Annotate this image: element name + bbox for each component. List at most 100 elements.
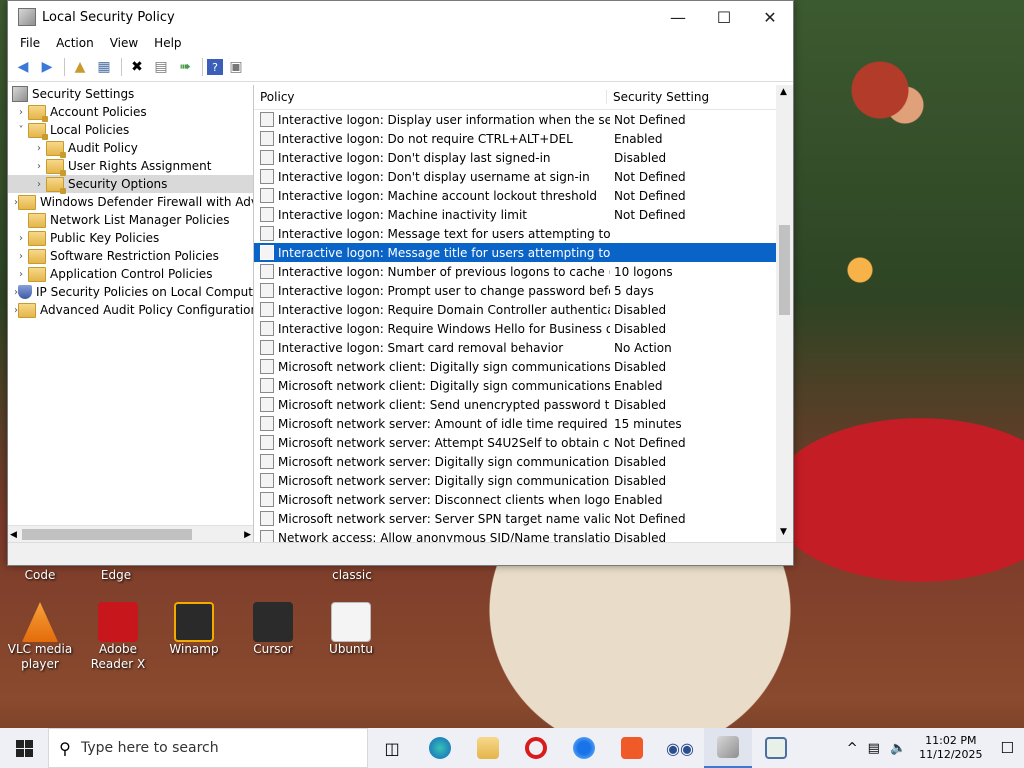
table-row[interactable]: Interactive logon: Require Windows Hello… [254, 319, 793, 338]
task-view-button[interactable]: ◫ [368, 728, 416, 768]
scroll-thumb[interactable] [22, 529, 192, 540]
desktop-icon-adobe-reader[interactable]: Adobe Reader X [82, 602, 154, 672]
folder-icon [477, 737, 499, 759]
list-vertical-scrollbar[interactable]: ▲ ▼ [776, 85, 793, 543]
show-hidden-icons-icon[interactable]: ^ [842, 741, 863, 756]
scroll-left-icon[interactable]: ◀ [8, 530, 17, 540]
desktop-icon-vlc[interactable]: VLC media player [4, 602, 76, 672]
tree-item[interactable]: › Advanced Audit Policy Configuration [8, 301, 253, 319]
delete-icon[interactable]: ✖ [126, 56, 148, 78]
system-tray: ^ ▤ 🔈 11:02 PM 11/12/2025 ☐ [842, 728, 1024, 768]
tree-root-security-settings[interactable]: Security Settings [8, 85, 253, 103]
table-row[interactable]: Interactive logon: Number of previous lo… [254, 262, 793, 281]
chevron-down-icon[interactable]: ˅ [14, 125, 28, 136]
tree-item[interactable]: › IP Security Policies on Local Compute [8, 283, 253, 301]
maximize-button[interactable]: ☐ [701, 1, 747, 33]
table-row[interactable]: Microsoft network server: Digitally sign… [254, 452, 793, 471]
tree-item[interactable]: › Account Policies [8, 103, 253, 122]
chevron-right-icon[interactable]: › [14, 107, 28, 118]
scroll-thumb[interactable] [779, 225, 790, 315]
scroll-right-icon[interactable]: ▶ [244, 530, 251, 540]
table-row[interactable]: Microsoft network server: Disconnect cli… [254, 490, 793, 509]
table-row[interactable]: Microsoft network server: Digitally sign… [254, 471, 793, 490]
chevron-right-icon[interactable]: › [14, 269, 28, 280]
toolbar-separator [121, 58, 122, 76]
up-folder-icon[interactable]: ▲ [69, 56, 91, 78]
title-bar[interactable]: Local Security Policy — ☐ ✕ [8, 1, 793, 33]
tree-item[interactable]: Network List Manager Policies [8, 211, 253, 229]
column-header-policy[interactable]: Policy [254, 90, 607, 104]
table-row[interactable]: Interactive logon: Message text for user… [254, 224, 793, 243]
taskbar-firefox[interactable] [560, 728, 608, 768]
scroll-up-icon[interactable]: ▲ [780, 87, 787, 97]
policy-icon [260, 511, 274, 526]
menu-file[interactable]: File [12, 36, 48, 50]
desktop-icon-ubuntu[interactable]: Ubuntu [315, 602, 387, 657]
scroll-down-icon[interactable]: ▼ [780, 527, 787, 537]
start-button[interactable] [0, 728, 48, 768]
policy-name: Microsoft network client: Digitally sign… [278, 378, 610, 393]
table-row[interactable]: Interactive logon: Don't display usernam… [254, 167, 793, 186]
properties-icon[interactable]: ▤ [150, 56, 172, 78]
table-row[interactable]: Interactive logon: Don't display last si… [254, 148, 793, 167]
chevron-right-icon[interactable]: › [14, 251, 28, 262]
export-icon[interactable]: ➠ [174, 56, 196, 78]
menu-bar: File Action View Help [8, 33, 793, 53]
taskbar-local-security-policy[interactable] [704, 728, 752, 768]
table-row[interactable]: Interactive logon: Require Domain Contro… [254, 300, 793, 319]
snapin-icon[interactable]: ▣ [225, 56, 247, 78]
tree-item[interactable]: › Software Restriction Policies [8, 247, 253, 265]
table-row[interactable]: Microsoft network client: Digitally sign… [254, 357, 793, 376]
tree-item[interactable]: › Public Key Policies [8, 229, 253, 247]
column-header-security-setting[interactable]: Security Setting [607, 90, 709, 104]
close-button[interactable]: ✕ [747, 1, 793, 33]
table-row[interactable]: Microsoft network server: Server SPN tar… [254, 509, 793, 528]
table-row[interactable]: Interactive logon: Message title for use… [254, 243, 793, 262]
chevron-right-icon[interactable]: › [32, 143, 46, 154]
network-icon[interactable]: ▤ [863, 741, 885, 756]
forward-icon[interactable]: ▶ [36, 56, 58, 78]
tree-item[interactable]: › Application Control Policies [8, 265, 253, 283]
taskbar-app-eyes[interactable]: ◉◉ [656, 728, 704, 768]
chevron-right-icon[interactable]: › [14, 233, 28, 244]
chevron-right-icon[interactable]: › [32, 161, 46, 172]
table-row[interactable]: Interactive logon: Smart card removal be… [254, 338, 793, 357]
show-tree-icon[interactable]: ▦ [93, 56, 115, 78]
table-row[interactable]: Interactive logon: Prompt user to change… [254, 281, 793, 300]
taskbar-edge[interactable] [416, 728, 464, 768]
taskbar-opera[interactable] [512, 728, 560, 768]
toolbar: ◀ ▶ ▲ ▦ ✖ ▤ ➠ ? ▣ [8, 53, 793, 82]
table-row[interactable]: Microsoft network client: Digitally sign… [254, 376, 793, 395]
table-row[interactable]: Interactive logon: Do not require CTRL+A… [254, 129, 793, 148]
notifications-icon[interactable]: ☐ [991, 739, 1024, 757]
desktop-icon-cursor[interactable]: Cursor [237, 602, 309, 657]
minimize-button[interactable]: — [655, 1, 701, 33]
clock[interactable]: 11:02 PM 11/12/2025 [911, 734, 990, 762]
table-row[interactable]: Microsoft network server: Attempt S4U2Se… [254, 433, 793, 452]
tree-item[interactable]: › Audit Policy [8, 139, 253, 158]
volume-icon[interactable]: 🔈 [885, 741, 911, 756]
tree-item[interactable]: › Security Options [8, 175, 253, 194]
folder-icon [28, 104, 48, 122]
back-icon[interactable]: ◀ [12, 56, 34, 78]
taskbar-app-window[interactable] [752, 728, 800, 768]
table-row[interactable]: Microsoft network server: Amount of idle… [254, 414, 793, 433]
menu-view[interactable]: View [102, 36, 146, 50]
taskbar-brave[interactable] [608, 728, 656, 768]
table-row[interactable]: Interactive logon: Machine inactivity li… [254, 205, 793, 224]
tree-item[interactable]: › Windows Defender Firewall with Adva [8, 193, 253, 211]
chevron-right-icon[interactable]: › [32, 179, 46, 190]
help-icon[interactable]: ? [207, 59, 223, 75]
tree-item[interactable]: ˅ Local Policies [8, 121, 253, 140]
taskbar-search-box[interactable]: ⚲ Type here to search [48, 728, 368, 768]
table-row[interactable]: Interactive logon: Machine account locko… [254, 186, 793, 205]
menu-help[interactable]: Help [146, 36, 189, 50]
table-row[interactable]: Microsoft network client: Send unencrypt… [254, 395, 793, 414]
desktop-icon-winamp[interactable]: Winamp [158, 602, 230, 657]
menu-action[interactable]: Action [48, 36, 102, 50]
table-row[interactable]: Network access: Allow anonymous SID/Name… [254, 528, 793, 543]
taskbar-file-explorer[interactable] [464, 728, 512, 768]
tree-item[interactable]: › User Rights Assignment [8, 157, 253, 176]
table-row[interactable]: Interactive logon: Display user informat… [254, 110, 793, 129]
tree-horizontal-scrollbar[interactable]: ◀ ▶ [8, 525, 253, 543]
